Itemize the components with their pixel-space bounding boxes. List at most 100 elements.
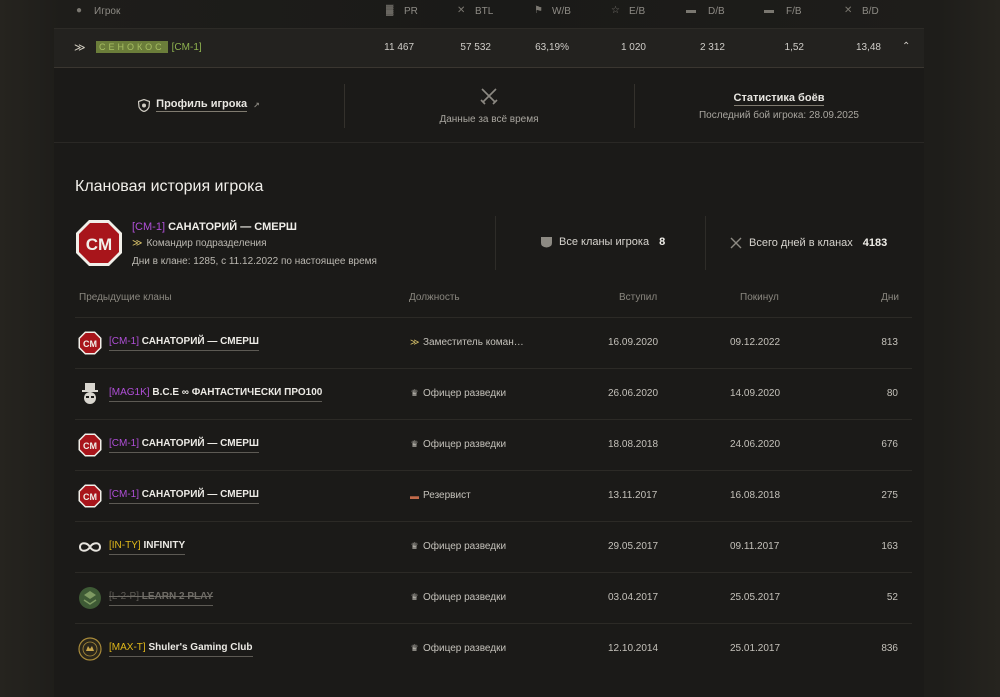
col-player-label: Игрок bbox=[94, 5, 121, 17]
clan-emblem-icon[interactable]: CM bbox=[75, 219, 123, 267]
crown-icon: ♛ bbox=[410, 643, 419, 653]
rank-chevron-icon: ≫ bbox=[74, 42, 86, 54]
hat-emblem-icon[interactable] bbox=[78, 382, 102, 406]
clan-link[interactable]: [IN-TY] INFINITY bbox=[109, 540, 186, 555]
clan-left: 25.05.2017 bbox=[730, 592, 781, 603]
profile-link[interactable]: Профиль игрока ↗ bbox=[54, 98, 344, 112]
clan-days: 275 bbox=[881, 490, 898, 501]
swords-icon: ✕ bbox=[844, 5, 853, 16]
clan-role-label: Заместитель коман… bbox=[423, 337, 524, 348]
collapse-chevron-icon[interactable]: ⌃ bbox=[902, 41, 910, 52]
col-btl[interactable]: ✕ BTL bbox=[457, 6, 493, 17]
clan-tag: [IN-TY] bbox=[109, 540, 141, 551]
tank-icon: ▬ bbox=[686, 5, 696, 16]
current-clan-tag: [CM-1] bbox=[132, 221, 165, 233]
clan-days: 80 bbox=[886, 388, 898, 399]
clan-link[interactable]: [L-2-P] LEARN 2 PLAY bbox=[109, 591, 214, 606]
battle-stats-link[interactable]: Статистика боёв bbox=[634, 92, 924, 106]
clan-role-label: Офицер разведки bbox=[423, 388, 507, 399]
clan-role: ▬ Резервист bbox=[410, 490, 471, 501]
clan-name: САНАТОРИЙ — СМЕРШ bbox=[141, 438, 259, 449]
col-pr[interactable]: ▓ PR bbox=[386, 6, 418, 17]
clan-name: Shuler's Gaming Club bbox=[148, 642, 253, 653]
total-days-label: Всего дней в кланах bbox=[749, 237, 853, 249]
col-pr-label: PR bbox=[404, 5, 418, 17]
header-days: Дни bbox=[881, 292, 899, 303]
all-clans-stat[interactable]: Все кланы игрока 8 bbox=[540, 236, 665, 248]
clan-emblem-icon[interactable]: CM bbox=[78, 331, 102, 355]
current-clan-days: Дни в клане: 1285, с 11.12.2022 по насто… bbox=[132, 256, 377, 267]
current-clan-name[interactable]: [CM-1] САНАТОРИЙ — СМЕРШ bbox=[132, 221, 297, 233]
clan-left: 09.12.2022 bbox=[730, 337, 781, 348]
svg-text:CM: CM bbox=[83, 441, 97, 451]
player-eb: 1 020 bbox=[620, 42, 646, 53]
stats-table-header: ● Игрок ▓ PR ✕ BTL ⚑ W/B ☆ E/B ▬ D/B ▬ F… bbox=[54, 0, 924, 22]
col-fb-label: F/B bbox=[786, 5, 802, 17]
col-db[interactable]: ▬ D/B bbox=[686, 6, 725, 17]
total-days-stat: Всего дней в кланах 4183 bbox=[729, 236, 887, 250]
clan-link[interactable]: [MAG1K] B.C.E ∞ ФАНТАСТИЧЕСКИ ПРО100 bbox=[109, 387, 323, 402]
flag-icon: ⚑ bbox=[534, 5, 543, 16]
clan-history-row: [L-2-P] LEARN 2 PLAY ♛ Офицер разведки 03.0… bbox=[75, 572, 912, 623]
l2p-emblem-icon[interactable] bbox=[78, 586, 102, 610]
player-name: СЕНОКОС bbox=[96, 41, 168, 53]
profile-block: Профиль игрока ↗ bbox=[54, 68, 344, 142]
clan-joined: 29.05.2017 bbox=[608, 541, 659, 552]
clan-days: 52 bbox=[886, 592, 898, 603]
player-nick[interactable]: СЕНОКОС [CM-1] bbox=[96, 41, 202, 53]
player-bd: 13,48 bbox=[855, 42, 881, 53]
clan-days: 813 bbox=[881, 337, 898, 348]
clan-emblem-icon[interactable]: CM bbox=[78, 484, 102, 508]
crossed-swords-icon bbox=[730, 237, 742, 249]
player-detail-panel: Профиль игрока ↗ Данные за всё время Ста… bbox=[54, 68, 924, 697]
clan-tag: [CM-1] bbox=[109, 438, 139, 449]
svg-text:CM: CM bbox=[83, 339, 97, 349]
current-clan-role: ≫ Командир подразделения bbox=[132, 238, 267, 249]
current-clan-role-label: Командир подразделения bbox=[146, 238, 267, 249]
clan-tag: [MAG1K] bbox=[109, 387, 150, 398]
clan-link[interactable]: [CM-1] САНАТОРИЙ — СМЕРШ bbox=[109, 438, 259, 453]
clan-link[interactable]: [CM-1] САНАТОРИЙ — СМЕРШ bbox=[109, 489, 259, 504]
clan-role-label: Офицер разведки bbox=[423, 541, 507, 552]
sergeant-stripes-icon: ≫ bbox=[410, 337, 420, 347]
col-eb[interactable]: ☆ E/B bbox=[611, 6, 645, 17]
divider bbox=[705, 216, 706, 270]
clan-emblem-icon[interactable]: CM bbox=[78, 433, 102, 457]
player-row[interactable]: ≫ СЕНОКОС [CM-1] 11 467 57 532 63,19% 1 … bbox=[54, 28, 924, 68]
clan-role-label: Офицер разведки bbox=[423, 643, 507, 654]
clan-role: ♛ Офицер разведки bbox=[410, 388, 506, 399]
total-days-value: 4183 bbox=[862, 237, 888, 249]
info-blocks: Профиль игрока ↗ Данные за всё время Ста… bbox=[54, 68, 924, 143]
clan-history-list: CM [CM-1] САНАТОРИЙ — СМЕРШ ≫ Заместитель к… bbox=[75, 317, 912, 674]
clan-joined: 12.10.2014 bbox=[608, 643, 659, 654]
clan-left: 24.06.2020 bbox=[730, 439, 781, 450]
clan-table-header: Предыдущие кланы Должность Вступил Покин… bbox=[79, 292, 899, 306]
clan-joined: 18.08.2018 bbox=[608, 439, 659, 450]
clan-link[interactable]: [CM-1] САНАТОРИЙ — СМЕРШ bbox=[109, 336, 259, 351]
col-player[interactable]: ● Игрок bbox=[76, 6, 120, 17]
col-fb[interactable]: ▬ F/B bbox=[764, 6, 802, 17]
col-wb[interactable]: ⚑ W/B bbox=[534, 6, 571, 17]
alltime-label: Данные за всё время bbox=[439, 114, 539, 125]
clan-shield-icon bbox=[541, 237, 552, 248]
clan-history-row: CM [CM-1] САНАТОРИЙ — СМЕРШ ♛ Офицер развед… bbox=[75, 419, 912, 470]
clan-role-label: Офицер разведки bbox=[423, 592, 507, 603]
clan-link[interactable]: [MAX-T] Shuler's Gaming Club bbox=[109, 642, 253, 657]
player-wb: 63,19% bbox=[535, 42, 569, 53]
max-emblem-icon[interactable] bbox=[78, 637, 102, 661]
player-btl: 57 532 bbox=[460, 42, 491, 53]
clan-history-row: [IN-TY] INFINITY ♛ Офицер разведки 29.05.20… bbox=[75, 521, 912, 572]
clan-role: ♛ Офицер разведки bbox=[410, 439, 506, 450]
clan-name: INFINITY bbox=[143, 540, 186, 551]
divider bbox=[495, 216, 496, 270]
wg-shield-icon bbox=[138, 98, 151, 112]
clan-left: 16.08.2018 bbox=[730, 490, 781, 501]
col-bd[interactable]: ✕ B/D bbox=[844, 6, 879, 17]
header-left: Покинул bbox=[740, 292, 779, 303]
clan-tag: [L-2-P] bbox=[109, 591, 140, 602]
star-icon: ☆ bbox=[611, 5, 620, 16]
reservist-bar-icon: ▬ bbox=[410, 490, 419, 501]
clan-joined: 26.06.2020 bbox=[608, 388, 659, 399]
infinity-emblem-icon[interactable] bbox=[78, 535, 102, 559]
player-icon: ● bbox=[76, 5, 83, 16]
